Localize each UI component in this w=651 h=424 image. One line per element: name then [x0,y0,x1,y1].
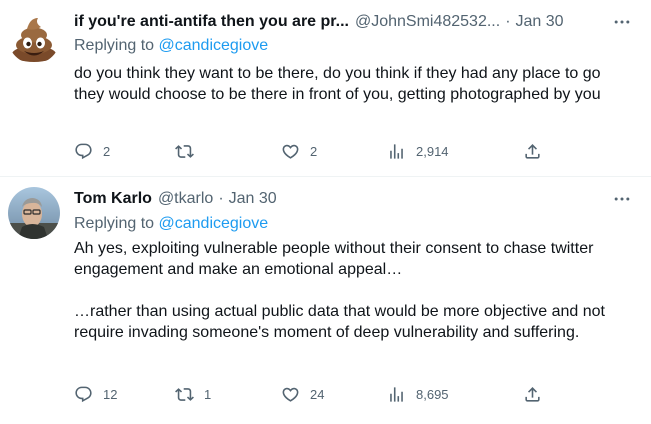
separator-dot: · [218,190,224,207]
views-icon [390,143,403,159]
replying-to-label: Replying to [74,215,155,232]
more-icon [614,20,630,24]
reply-count: 12 [103,386,118,402]
tweet-header: if you're anti-antifa then you are pr...… [74,11,631,33]
share-icon [525,143,540,159]
views-count: 8,695 [416,386,449,402]
views-button[interactable]: 2,914 [387,142,449,161]
tweet-header: Tom Karlo @tkarlo · Jan 30 [74,188,631,210]
tweet[interactable]: if you're anti-antifa then you are pr...… [0,0,651,177]
tweet-date[interactable]: Jan 30 [229,190,277,208]
separator-dot: · [505,13,511,30]
tweet[interactable]: Tom Karlo @tkarlo · Jan 30 Replying to @… [0,177,651,424]
replying-to: Replying to @candicegiove [74,37,268,55]
avatar[interactable] [8,12,60,64]
tweet-paragraph: Ah yes, exploiting vulnerable people wit… [74,240,594,278]
like-button[interactable]: 24 [281,385,324,404]
retweet-icon [175,144,194,158]
views-count: 2,914 [416,143,449,159]
retweet-icon [175,387,194,401]
display-name[interactable]: if you're anti-antifa then you are pr... [74,13,349,31]
replying-to-mention[interactable]: @candicegiove [159,215,269,232]
like-icon [282,387,299,402]
share-button[interactable] [523,142,542,161]
tweet-paragraph: …rather than using actual public data th… [74,303,605,341]
tweet-text: Ah yes, exploiting vulnerable people wit… [74,238,634,343]
user-handle[interactable]: @JohnSmi482532... [355,13,500,31]
views-icon [390,386,403,402]
share-icon [525,386,540,402]
retweet-button[interactable]: 1 [175,385,211,404]
tweet-text: do you think they want to be there, do y… [74,63,634,105]
like-count: 24 [310,386,325,402]
tweet-actions: 12 1 24 8,695 [74,382,551,406]
like-count: 2 [310,143,318,159]
views-button[interactable]: 8,695 [387,385,449,404]
photo-avatar-icon [8,187,60,239]
reply-count: 2 [103,143,111,159]
retweet-count: 1 [204,386,212,402]
more-options-button[interactable] [611,188,633,210]
more-options-button[interactable] [611,11,633,33]
replying-to-mention[interactable]: @candicegiove [159,37,269,54]
tweet-date[interactable]: Jan 30 [516,13,564,31]
like-button[interactable]: 2 [281,142,317,161]
reply-icon [75,143,92,159]
reply-button[interactable]: 2 [74,142,110,161]
more-icon [614,197,630,201]
user-handle[interactable]: @tkarlo [158,190,213,208]
like-icon [282,144,299,159]
poop-emoji-avatar-icon [8,12,60,64]
replying-to: Replying to @candicegiove [74,215,268,233]
display-name[interactable]: Tom Karlo [74,190,152,208]
avatar[interactable] [8,187,60,239]
retweet-button[interactable] [175,142,204,161]
tweet-actions: 2 2 2,914 [74,139,551,163]
replying-to-label: Replying to [74,37,155,54]
reply-button[interactable]: 12 [74,385,117,404]
tweet-paragraph: do you think they want to be there, do y… [74,65,601,103]
share-button[interactable] [523,385,542,404]
reply-icon [75,386,92,402]
